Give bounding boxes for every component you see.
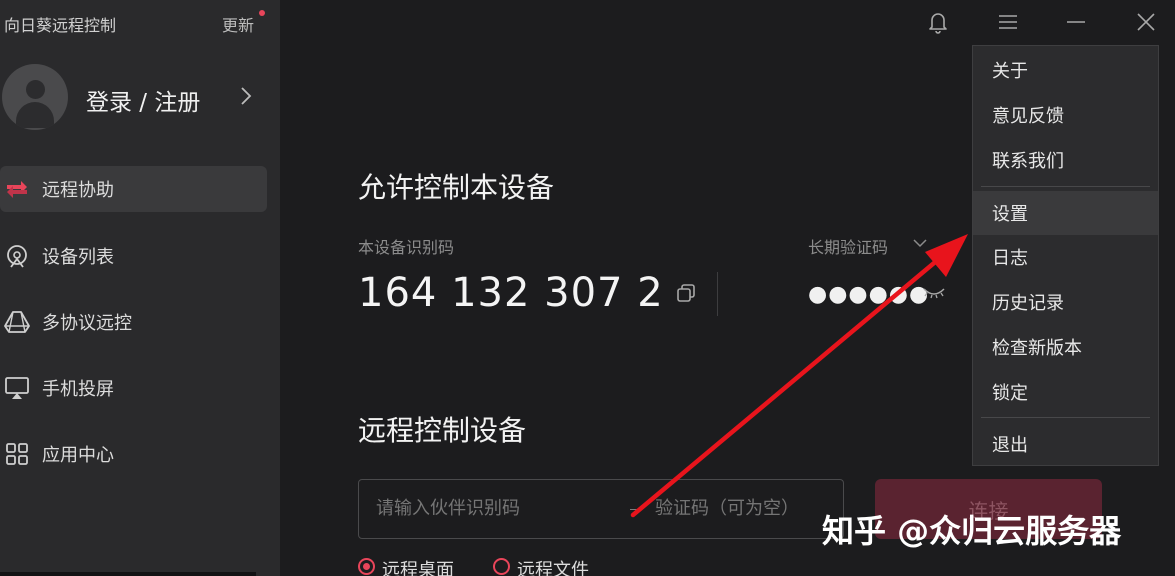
avatar[interactable] — [2, 64, 68, 130]
update-link[interactable]: 更新 — [222, 12, 254, 36]
avatar-user-icon — [26, 80, 45, 99]
update-badge — [259, 10, 265, 16]
menu-item-label: 设置 — [992, 204, 1028, 225]
menu-separator — [981, 417, 1150, 418]
sidebar-item-multi-protocol[interactable]: 多协议远控 — [0, 299, 267, 345]
sidebar-scrollbar[interactable] — [0, 572, 256, 576]
menu-item-label: 关于 — [992, 61, 1028, 82]
radio-remote-desktop[interactable] — [358, 558, 375, 575]
menu-item-label: 日志 — [992, 248, 1028, 269]
menu-item-label: 退出 — [992, 435, 1028, 456]
multi-protocol-icon — [4, 311, 30, 333]
sidebar-item-remote-assist[interactable]: 远程协助 — [0, 166, 267, 212]
watermark: 知乎 @众归云服务器 — [822, 512, 1122, 550]
bell-icon[interactable] — [924, 8, 952, 36]
menu-item-label: 检查新版本 — [992, 338, 1082, 359]
input-separator — [630, 509, 640, 510]
chevron-right-icon[interactable] — [240, 86, 252, 106]
menu-item-contact[interactable]: 联系我们 — [973, 138, 1158, 182]
radio-label: 远程文件 — [517, 560, 589, 576]
menu-item-log[interactable]: 日志 — [973, 235, 1158, 279]
sidebar-item-app-center[interactable]: 应用中心 — [0, 431, 267, 477]
hamburger-menu-icon[interactable] — [994, 8, 1022, 36]
close-icon[interactable] — [1132, 8, 1160, 36]
main-menu-dropdown: 关于 意见反馈 联系我们 设置 日志 历史记录 检查新版本 锁定 退出 — [972, 45, 1159, 466]
divider — [717, 272, 718, 316]
menu-item-settings[interactable]: 设置 — [973, 191, 1158, 235]
sidebar-item-label: 设备列表 — [42, 247, 114, 268]
menu-item-label: 锁定 — [992, 383, 1028, 404]
menu-item-label: 意见反馈 — [992, 106, 1064, 127]
sidebar-item-label: 多协议远控 — [42, 313, 132, 334]
sidebar-item-label: 远程协助 — [42, 180, 114, 201]
verification-code-masked: ●●●●●● — [808, 282, 930, 307]
sidebar-item-device-list[interactable]: 设备列表 — [0, 233, 267, 279]
menu-item-exit[interactable]: 退出 — [973, 422, 1158, 466]
avatar-user-icon-body — [16, 102, 54, 128]
menu-item-label: 历史记录 — [992, 293, 1064, 314]
sidebar-item-screen-cast[interactable]: 手机投屏 — [0, 365, 267, 411]
copy-icon[interactable] — [675, 282, 697, 304]
menu-separator — [981, 186, 1150, 187]
sidebar-item-label: 应用中心 — [42, 445, 114, 466]
screen-cast-icon — [5, 377, 29, 399]
sidebar: 向日葵远程控制 更新 登录 / 注册 远程协助 设备列表 多协议远控 手机投屏 … — [0, 0, 280, 576]
partner-id-input[interactable] — [376, 498, 626, 519]
code-type-dropdown[interactable]: 长期验证码 — [808, 234, 888, 258]
app-center-icon — [6, 443, 28, 465]
menu-item-check-update[interactable]: 检查新版本 — [973, 325, 1158, 369]
device-list-icon — [7, 245, 27, 268]
remote-control-title: 远程控制设备 — [358, 414, 527, 447]
device-id: 164 132 307 2 — [358, 270, 664, 316]
device-id-label: 本设备识别码 — [358, 238, 455, 257]
menu-item-history[interactable]: 历史记录 — [973, 280, 1158, 324]
sidebar-item-label: 手机投屏 — [42, 379, 114, 400]
remote-assist-icon — [7, 181, 27, 198]
menu-item-feedback[interactable]: 意见反馈 — [973, 93, 1158, 137]
menu-item-label: 联系我们 — [992, 151, 1064, 172]
chevron-down-icon[interactable] — [912, 238, 928, 248]
login-register-link[interactable]: 登录 / 注册 — [86, 83, 200, 117]
menu-item-about[interactable]: 关于 — [973, 48, 1158, 92]
eye-closed-icon[interactable] — [922, 285, 946, 301]
menu-item-lock[interactable]: 锁定 — [973, 370, 1158, 414]
verification-code-input[interactable] — [655, 498, 835, 519]
radio-label: 远程桌面 — [382, 560, 454, 576]
radio-remote-file[interactable] — [493, 558, 510, 575]
app-title: 向日葵远程控制 — [4, 16, 117, 35]
minimize-icon[interactable] — [1062, 8, 1090, 36]
allow-control-title: 允许控制本设备 — [358, 171, 555, 204]
